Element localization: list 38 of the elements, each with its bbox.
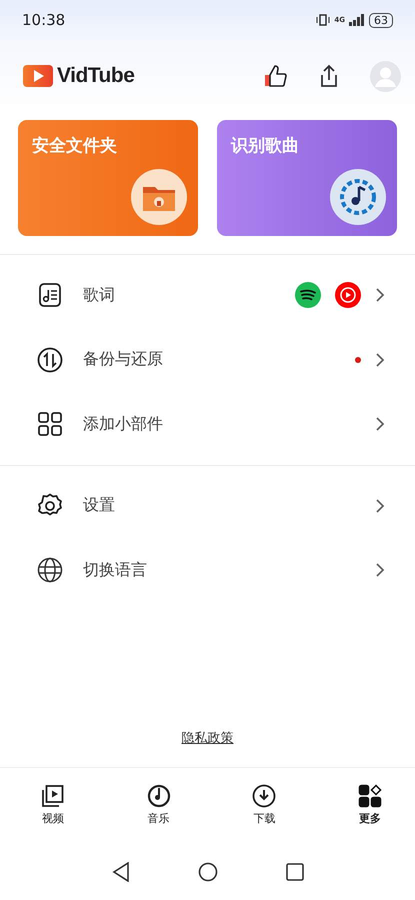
nav-tab[interactable]: 视频 (36, 784, 70, 844)
document-list-icon (37, 282, 63, 308)
signal-icon (349, 14, 365, 26)
nav-tab[interactable]: 下载 (247, 784, 282, 844)
chevron-right-icon (375, 498, 385, 514)
apps-icon (358, 784, 382, 808)
share-icon (318, 64, 340, 88)
up-down-arrows-icon (37, 346, 63, 373)
home-icon[interactable] (198, 862, 218, 882)
menu-item[interactable]: 设置 (83, 495, 361, 516)
nav-tab[interactable]: 音乐 (142, 784, 176, 844)
chevron-right-icon (375, 287, 385, 304)
play-circle-icon (335, 282, 361, 308)
logo-icon (23, 65, 53, 87)
chevron-right-icon (375, 562, 385, 578)
globe-icon (37, 557, 63, 584)
menu-item[interactable]: 歌词 (83, 284, 295, 306)
menu-item[interactable]: 添加小部件 (83, 414, 361, 435)
music-disc-icon (146, 784, 171, 808)
vibrate-icon (316, 13, 330, 27)
recents-icon[interactable] (286, 863, 304, 881)
battery-level: 63 (369, 12, 393, 28)
privacy-policy-link[interactable]: 隐私政策 (182, 729, 234, 747)
grid-icon (37, 411, 63, 438)
video-library-icon (41, 784, 65, 808)
music-note-icon (330, 169, 386, 225)
back-icon[interactable] (112, 862, 130, 882)
folder-lock-icon (131, 169, 187, 225)
app-name: VidTube (57, 64, 134, 88)
menu-item[interactable]: 切换语言 (83, 560, 361, 581)
download-icon (252, 784, 276, 808)
chevron-right-icon (375, 416, 385, 432)
thumbs-up-icon (264, 64, 288, 88)
clock: 10:38 (22, 11, 66, 29)
chevron-right-icon (375, 352, 385, 368)
nav-tab[interactable]: 更多 (352, 784, 387, 844)
menu-item[interactable]: 备份与还原 (83, 349, 355, 370)
spotify-icon (295, 282, 321, 308)
